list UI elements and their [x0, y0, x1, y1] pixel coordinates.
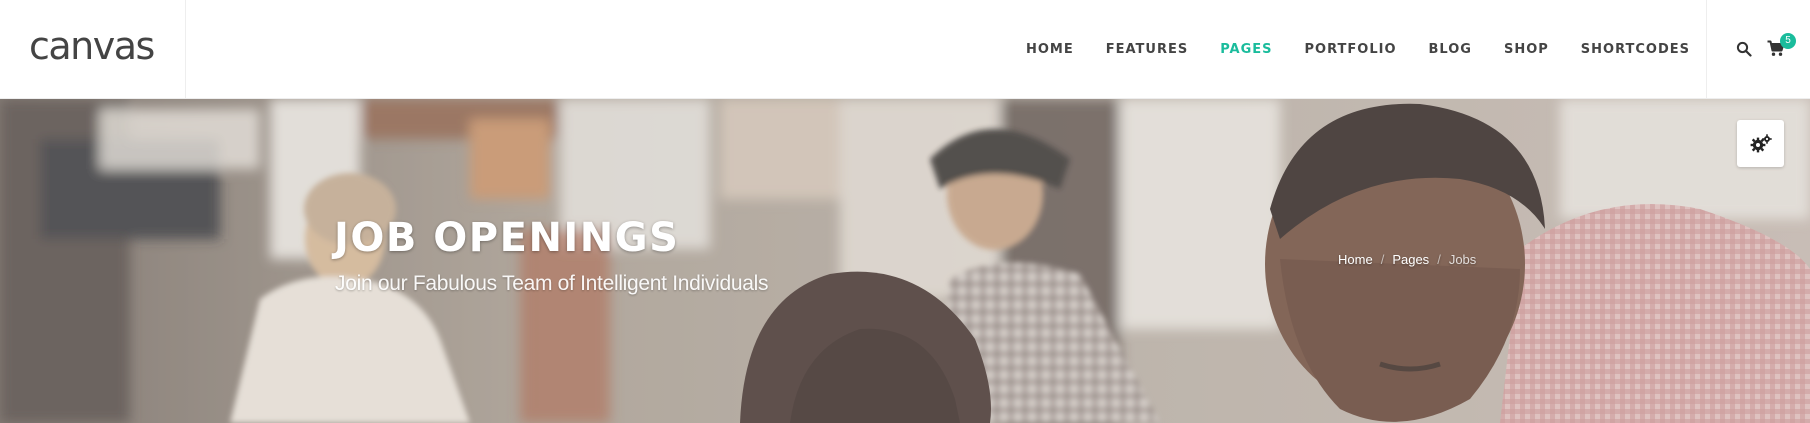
site-logo[interactable]: canvas	[29, 22, 155, 70]
header-tools: 5	[1706, 0, 1810, 99]
cart-count-badge: 5	[1780, 33, 1796, 49]
nav-item-portfolio[interactable]: PORTFOLIO	[1305, 42, 1397, 57]
nav-item-blog[interactable]: BLOG	[1429, 42, 1472, 57]
search-icon[interactable]	[1736, 41, 1752, 57]
page-title: JOB OPENINGS	[334, 215, 680, 261]
breadcrumb-home[interactable]: Home	[1338, 252, 1373, 267]
breadcrumb: Home / Pages / Jobs	[1338, 252, 1476, 267]
page-title-hero: JOB OPENINGS Join our Fabulous Team of I…	[0, 99, 1810, 423]
breadcrumb-separator: /	[1380, 252, 1385, 267]
nav-item-home[interactable]: HOME	[1026, 42, 1074, 57]
hero-background-photo	[0, 99, 1810, 423]
settings-panel-button[interactable]	[1737, 120, 1784, 167]
breadcrumb-separator: /	[1437, 252, 1441, 267]
nav-item-pages[interactable]: PAGES	[1220, 42, 1272, 57]
site-header: canvas HOME FEATURES PAGES PORTFOLIO BLO…	[0, 0, 1810, 99]
breadcrumb-current: Jobs	[1448, 252, 1477, 267]
gears-icon	[1750, 134, 1772, 153]
nav-item-shortcodes[interactable]: SHORTCODES	[1581, 42, 1690, 57]
primary-nav: HOME FEATURES PAGES PORTFOLIO BLOG SHOP …	[1026, 0, 1690, 99]
nav-item-shop[interactable]: SHOP	[1504, 42, 1549, 57]
logo-container: canvas	[0, 0, 186, 99]
nav-item-features[interactable]: FEATURES	[1106, 42, 1189, 57]
breadcrumb-pages[interactable]: Pages	[1392, 252, 1429, 267]
page-subtitle: Join our Fabulous Team of Intelligent In…	[335, 272, 769, 295]
